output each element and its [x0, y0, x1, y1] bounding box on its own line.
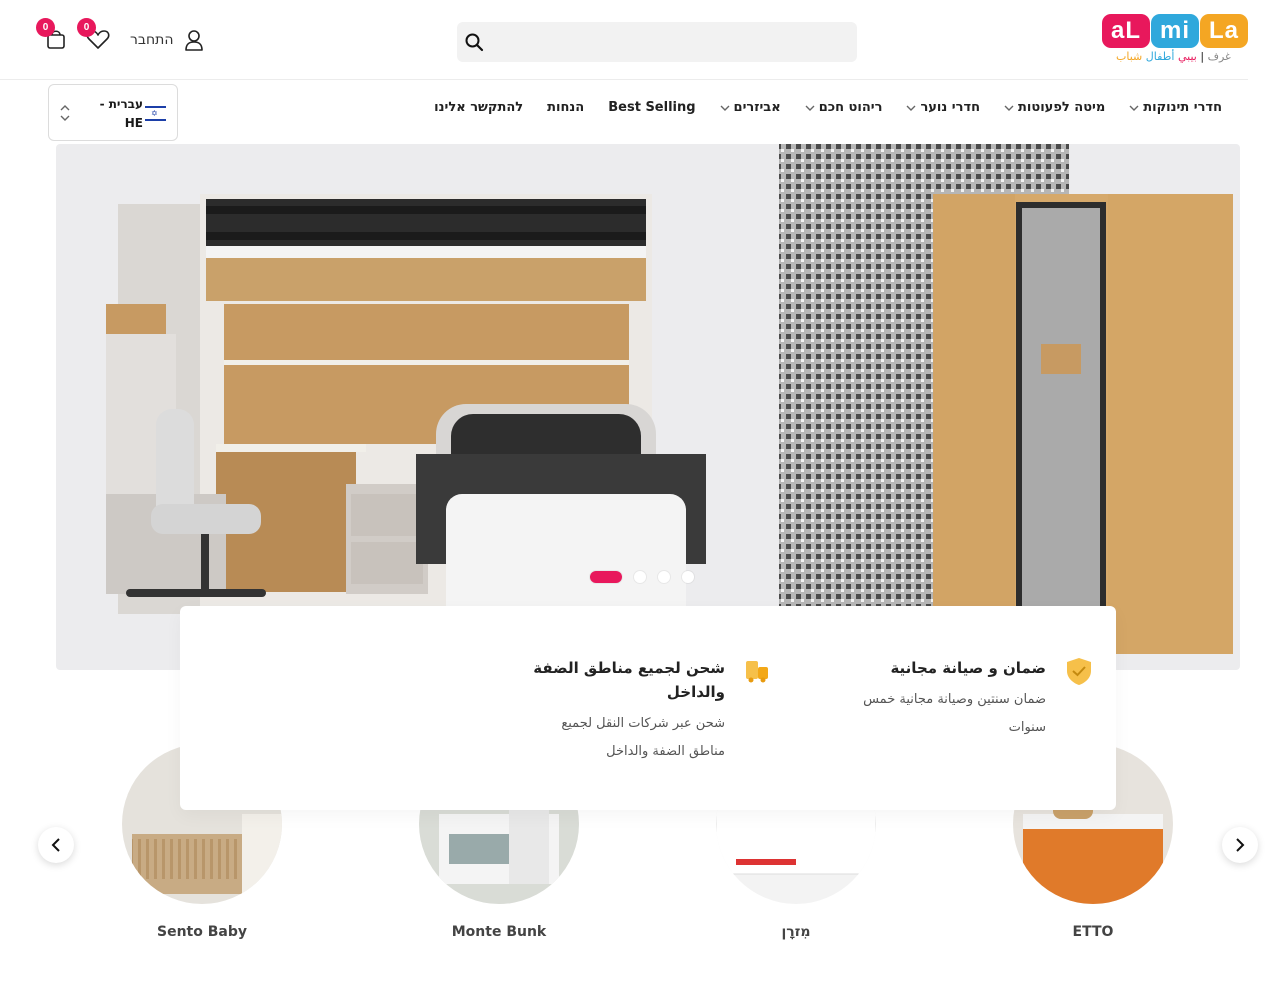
hero-furniture-image	[106, 144, 1233, 670]
user-icon	[184, 30, 203, 51]
feature-shipping: شحن لجميع مناطق الضفة والداخل شحن عبر شر…	[525, 656, 725, 766]
category-label: ETTO	[1072, 924, 1114, 940]
nav-item-label: הנחות	[547, 100, 585, 115]
nav-item-accessories[interactable]: אביזרים	[720, 100, 781, 115]
login-button[interactable]: התחבר	[130, 28, 204, 52]
almila-logo[interactable]: aL mi La غرف | بيبي أطفال شباب	[1100, 14, 1250, 66]
language-label: עברית - HE	[99, 97, 143, 130]
chevron-left-icon	[51, 838, 60, 852]
cart-count-badge: 0	[36, 18, 55, 37]
nav-item-discounts[interactable]: הנחות	[547, 100, 584, 115]
nav-item-label: ריהוט חכם	[818, 100, 883, 115]
shield-check-icon	[1067, 658, 1091, 685]
chevron-down-icon	[805, 105, 815, 111]
cart-button[interactable]: 0	[36, 18, 73, 56]
chevron-down-icon	[906, 105, 916, 111]
nav-item-baby-rooms[interactable]: חדרי תינוקות	[1129, 100, 1222, 115]
nav-item-best-selling[interactable]: Best Selling	[608, 100, 695, 115]
chevron-down-icon	[720, 105, 730, 111]
feature-title: ضمان و صيانة مجانية	[890, 659, 1046, 677]
hero-banner[interactable]	[56, 144, 1240, 670]
nav-item-label: מיטה לפעוטות	[1018, 100, 1106, 115]
nav-item-toddler-beds[interactable]: מיטה לפעוטות	[1004, 100, 1105, 115]
nav-item-youth-rooms[interactable]: חדרי נוער	[906, 100, 980, 115]
search-icon[interactable]	[464, 32, 484, 52]
logo-tagline: غرف | بيبي أطفال شباب	[1116, 50, 1231, 63]
chevron-down-icon	[1004, 105, 1014, 111]
feature-title: شحن لجميع مناطق الضفة والداخل	[533, 659, 725, 701]
chevron-down-icon	[1129, 105, 1139, 111]
category-label: Monte Bunk	[451, 924, 547, 940]
language-selector[interactable]: ✡ עברית - HE	[48, 84, 178, 141]
main-navigation: חדרי תינוקות מיטה לפעוטות חדרי נוער ריהו…	[434, 100, 1222, 115]
carousel-next-button[interactable]	[1222, 827, 1258, 863]
chevron-right-icon	[1236, 838, 1245, 852]
carousel-dot[interactable]	[634, 571, 646, 583]
carousel-dot[interactable]	[658, 571, 670, 583]
truck-icon	[746, 661, 768, 683]
category-label: מִזרָן	[781, 924, 811, 940]
carousel-dot-active[interactable]	[590, 571, 622, 583]
carousel-dot[interactable]	[682, 571, 694, 583]
site-header: aL mi La غرف | بيبي أطفال شباب התחבר 0 0	[0, 0, 1248, 80]
carousel-prev-button[interactable]	[38, 827, 74, 863]
logo-letters-al: aL	[1102, 14, 1150, 48]
nav-item-smart-furniture[interactable]: ריהוט חכם	[805, 100, 883, 115]
search-input[interactable]	[493, 22, 849, 62]
feature-text: ضمان سنتين وصيانة مجانية خمس سنوات	[863, 692, 1046, 735]
nav-item-label: להתקשר אלינו	[434, 100, 524, 115]
hero-carousel-dots	[590, 571, 694, 583]
feature-text: شحن عبر شركات النقل لجميع مناطق الضفة وا…	[561, 716, 725, 759]
nav-item-label: אביזרים	[733, 100, 781, 115]
features-panel: ضمان و صيانة مجانية ضمان سنتين وصيانة مج…	[180, 606, 1116, 810]
logo-letters-la: La	[1200, 14, 1248, 48]
logo-letters-mi: mi	[1151, 14, 1199, 48]
login-label: התחבר	[130, 32, 174, 48]
wishlist-button[interactable]: 0	[77, 18, 114, 56]
wishlist-count-badge: 0	[77, 18, 96, 37]
nav-item-label: חדרי תינוקות	[1143, 100, 1222, 115]
category-label: Sento Baby	[157, 924, 247, 940]
israel-flag-icon: ✡	[145, 106, 166, 121]
search-bar	[457, 22, 857, 62]
nav-item-label: Best Selling	[608, 100, 696, 115]
select-arrows-icon	[60, 105, 70, 121]
nav-item-contact-us[interactable]: להתקשר אלינו	[434, 100, 523, 115]
feature-warranty: ضمان و صيانة مجانية ضمان سنتين وصيانة مج…	[856, 656, 1046, 742]
nav-item-label: חדרי נוער	[920, 100, 981, 115]
